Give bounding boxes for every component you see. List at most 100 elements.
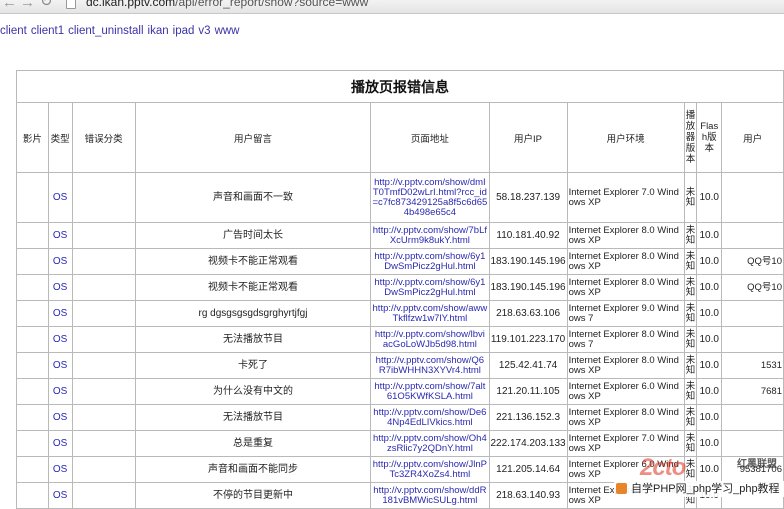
type-link[interactable]: OS (53, 438, 67, 449)
type-cell: OS (47, 378, 73, 405)
type-cell: OS (47, 430, 73, 457)
film-cell (16, 172, 49, 223)
type-link[interactable]: OS (53, 412, 67, 423)
type-link[interactable]: OS (53, 334, 67, 345)
page-url-link[interactable]: http://v.pptv.com/show/awwTkflfzw1w7lY.h… (373, 303, 488, 324)
page-url-link[interactable]: http://v.pptv.com/show/ddR181vBMWicSULg.… (373, 485, 486, 506)
page-url-link[interactable]: http://v.pptv.com/show/6y1DwSmPicz2gHul.… (374, 251, 485, 272)
player-version-cell: 未知 (683, 430, 698, 457)
type-link[interactable]: OS (53, 308, 67, 319)
page-url-link[interactable]: http://v.pptv.com/show/De64Np4EdLIVkics.… (373, 407, 486, 428)
env-cell: Internet Explorer 7.0 Windows XP (566, 430, 685, 457)
film-cell (16, 352, 49, 379)
url-path: /api/error_report/show?source=www (175, 0, 369, 9)
ip-cell: 121.205.14.64 (488, 456, 568, 483)
user-cell (721, 172, 784, 223)
column-header: 页面地址 (370, 102, 490, 173)
error-category-cell (71, 456, 136, 483)
error-category-cell (71, 326, 136, 353)
page-url-link[interactable]: http://v.pptv.com/show/Q6R7ibWHHN3XYVr4.… (376, 355, 484, 376)
error-category-cell (71, 404, 136, 431)
type-link[interactable]: OS (53, 192, 67, 203)
watermark-icon (616, 483, 627, 494)
ip-cell: 121.20.11.105 (488, 378, 568, 405)
ip-cell: 183.190.145.196 (488, 248, 568, 275)
film-cell (16, 274, 49, 301)
page-url-link[interactable]: http://v.pptv.com/show/7alt61O5KWfKSLA.h… (374, 381, 485, 402)
table-row: OS 声音和画面不一致 http://v.pptv.com/show/dmIT0Tm… (16, 172, 784, 223)
env-cell: Internet Explorer 9.0 Windows 7 (566, 300, 685, 327)
message-cell: 不停的节目更新中 (134, 482, 372, 509)
type-cell: OS (47, 300, 73, 327)
type-cell: OS (47, 352, 73, 379)
column-header: 用户留言 (134, 102, 372, 173)
type-cell: OS (47, 274, 73, 301)
player-version-cell: 未知 (683, 248, 698, 275)
page-url-link[interactable]: http://v.pptv.com/show/Oh4zsRlic7y2QDnY.… (373, 433, 487, 454)
user-cell (721, 300, 784, 327)
url-cell: http://v.pptv.com/show/De64Np4EdLIVkics.… (370, 404, 490, 431)
forward-arrow-icon[interactable]: → (20, 0, 35, 10)
message-cell: 声音和画面不一致 (134, 172, 372, 223)
page-url-link[interactable]: http://v.pptv.com/show/JlnPTc3ZR4XoZs4.h… (373, 459, 487, 480)
source-link[interactable]: www (215, 25, 240, 37)
type-link[interactable]: OS (53, 282, 67, 293)
table-row: OS 无法播放节目 http://v.pptv.com/show/lbviacGoL… (16, 326, 784, 353)
page-url-link[interactable]: http://v.pptv.com/show/dmIT0TmfD02wLrI.h… (372, 177, 487, 218)
source-link[interactable]: ikan (148, 25, 169, 37)
url-cell: http://v.pptv.com/show/lbviacGoLoWJb5d98… (370, 326, 490, 353)
page-url-link[interactable]: http://v.pptv.com/show/lbviacGoLoWJb5d98… (375, 329, 485, 350)
url-cell: http://v.pptv.com/show/6y1DwSmPicz2gHul.… (370, 248, 490, 275)
source-link[interactable]: client (0, 25, 27, 37)
column-header: 播放器版本 (683, 102, 698, 173)
source-link[interactable]: ipad (173, 25, 195, 37)
ip-cell: 221.136.152.3 (488, 404, 568, 431)
type-link[interactable]: OS (53, 230, 67, 241)
browser-toolbar: ← → ↻ dc.ikan.pptv.com/api/error_report/… (0, 0, 784, 14)
flash-version-cell: 10.0 (696, 172, 723, 223)
source-link[interactable]: v3 (198, 25, 210, 37)
type-link[interactable]: OS (53, 386, 67, 397)
table-row: OS 广告时间太长 http://v.pptv.com/show/7bLfXcUrm… (16, 222, 784, 249)
message-cell: 声音和画面不能同步 (134, 456, 372, 483)
error-report-table: 播放页报错信息 影片 类型 错误分类 用户留言 页面地址 用户IP 用户环境 播放器版本 Fla… (16, 70, 784, 509)
address-bar[interactable]: dc.ikan.pptv.com/api/error_report/show?s… (86, 0, 368, 9)
type-link[interactable]: OS (53, 490, 67, 501)
flash-version-cell: 10.0 (696, 430, 723, 457)
type-cell: OS (47, 482, 73, 509)
player-version-cell: 未知 (683, 404, 698, 431)
table-row: OS 无法播放节目 http://v.pptv.com/show/De64Np4Ed… (16, 404, 784, 431)
type-link[interactable]: OS (53, 464, 67, 475)
table-row: OS 视频卡不能正常观看 http://v.pptv.com/show/6y1DwS… (16, 248, 784, 275)
user-cell: QQ号10 (721, 274, 784, 301)
column-header: 错误分类 (71, 102, 136, 173)
type-link[interactable]: OS (53, 360, 67, 371)
source-links: client client1 client_uninstall ikan ipad v3 w… (0, 23, 784, 39)
user-cell (721, 430, 784, 457)
film-cell (16, 430, 49, 457)
type-link[interactable]: OS (53, 256, 67, 267)
source-link[interactable]: client_uninstall (68, 25, 143, 37)
url-cell: http://v.pptv.com/show/JlnPTc3ZR4XoZs4.h… (370, 456, 490, 483)
report-title: 播放页报错信息 (16, 70, 784, 103)
error-category-cell (71, 248, 136, 275)
type-cell: OS (47, 248, 73, 275)
page-icon (66, 0, 76, 9)
back-arrow-icon[interactable]: ← (2, 0, 17, 10)
error-category-cell (71, 378, 136, 405)
table-row: OS 为什么没有中文的 http://v.pptv.com/show/7alt61O… (16, 378, 784, 405)
flash-version-cell: 10.0 (696, 352, 723, 379)
page-url-link[interactable]: http://v.pptv.com/show/7bLfXcUrm9k8ukY.h… (373, 225, 487, 246)
film-cell (16, 248, 49, 275)
page-url-link[interactable]: http://v.pptv.com/show/6y1DwSmPicz2gHul.… (374, 277, 485, 298)
flash-version-cell: 10.0 (696, 274, 723, 301)
player-version-cell: 未知 (683, 378, 698, 405)
film-cell (16, 300, 49, 327)
source-link[interactable]: client1 (31, 25, 64, 37)
user-cell (721, 326, 784, 353)
reload-icon[interactable]: ↻ (40, 0, 53, 9)
ip-cell: 218.63.63.106 (488, 300, 568, 327)
user-cell (721, 404, 784, 431)
error-category-cell (71, 430, 136, 457)
url-cell: http://v.pptv.com/show/6y1DwSmPicz2gHul.… (370, 274, 490, 301)
